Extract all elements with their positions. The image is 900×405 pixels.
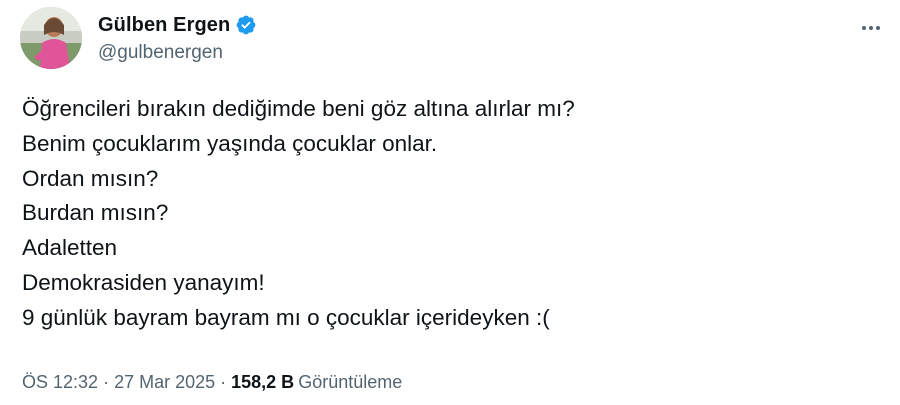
tweet-card: Gülben Ergen @gulbenergen Öğrencileri bı… <box>0 0 900 405</box>
tweet-header: Gülben Ergen @gulbenergen <box>20 6 257 70</box>
author-handle[interactable]: @gulbenergen <box>98 42 257 64</box>
tweet-line: Demokrasiden yanayım! <box>22 269 265 295</box>
meta-separator: · <box>220 372 227 392</box>
views-count[interactable]: 158,2 B <box>231 372 294 392</box>
more-options-button[interactable] <box>854 14 888 42</box>
tweet-line: Benim çocuklarım yaşında çocuklar onlar. <box>22 130 438 156</box>
tweet-date[interactable]: 27 Mar 2025 <box>114 372 215 392</box>
avatar-image <box>20 7 82 69</box>
display-name-row: Gülben Ergen <box>98 12 257 38</box>
views-label[interactable]: Görüntüleme <box>298 372 402 392</box>
tweet-line: Adaletten <box>22 235 118 261</box>
tweet-text: Öğrencileri bırakın dediğimde beni göz a… <box>22 92 882 336</box>
meta-separator: · <box>103 372 110 392</box>
tweet-line: Öğrencileri bırakın dediğimde beni göz a… <box>22 96 575 121</box>
display-name[interactable]: Gülben Ergen <box>98 14 230 37</box>
tweet-meta: ÖS 12:32 · 27 Mar 2025 · 158,2 B Görüntüleme <box>22 372 402 393</box>
tweet-line: Ordan mısın? <box>22 165 159 191</box>
tweet-time[interactable]: ÖS 12:32 <box>22 372 98 392</box>
author-names: Gülben Ergen @gulbenergen <box>98 12 257 64</box>
more-options-icon <box>862 26 880 30</box>
tweet-line: 9 günlük bayram bayram mı o çocuklar içe… <box>22 304 550 330</box>
verified-badge-icon[interactable] <box>235 14 257 36</box>
tweet-line: Burdan mısın? <box>22 200 169 226</box>
avatar[interactable] <box>20 7 82 69</box>
